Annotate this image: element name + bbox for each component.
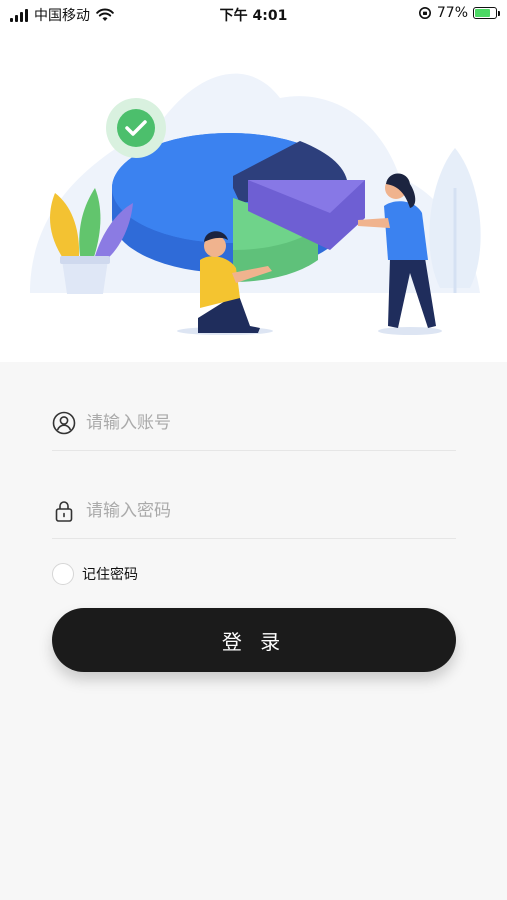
- battery-percent: 77%: [436, 5, 468, 21]
- battery-fill: [475, 9, 491, 17]
- login-form: [52, 395, 456, 539]
- user-icon: [52, 411, 76, 434]
- remember-label: 记住密码: [82, 567, 138, 583]
- password-field: [52, 483, 456, 539]
- account-field: [52, 395, 456, 451]
- woman-shadow: [378, 327, 442, 335]
- login-button[interactable]: 登 录: [52, 608, 456, 672]
- lock-icon: [55, 500, 73, 522]
- status-bar: 中国移动 下午 4:01 77%: [0, 0, 507, 28]
- illustration-svg: [30, 73, 481, 335]
- battery-icon: [473, 7, 500, 19]
- remember-checkbox[interactable]: [52, 563, 74, 585]
- password-input[interactable]: [86, 500, 426, 521]
- account-input[interactable]: [86, 412, 426, 433]
- hero-illustration: [0, 28, 507, 362]
- plant-pot: [62, 260, 108, 294]
- orientation-lock-icon: [418, 7, 431, 19]
- status-right: 77%: [418, 5, 500, 21]
- check-badge: [117, 109, 155, 147]
- remember-password[interactable]: 记住密码: [52, 563, 138, 585]
